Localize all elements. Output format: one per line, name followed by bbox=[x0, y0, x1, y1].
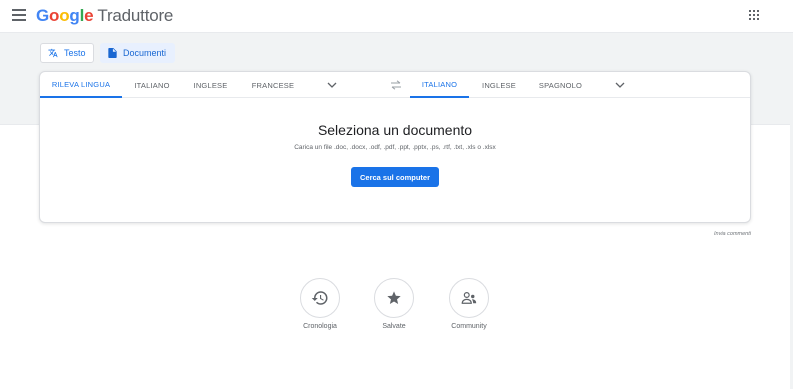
star-icon bbox=[387, 291, 401, 304]
source-more-languages-icon[interactable] bbox=[327, 81, 337, 89]
menu-icon-line bbox=[12, 19, 26, 21]
source-tab-inglese[interactable]: INGLESE bbox=[183, 72, 238, 98]
saved-action[interactable]: Salvate bbox=[362, 278, 426, 330]
documents-mode-button[interactable]: Documenti bbox=[100, 43, 175, 63]
community-action[interactable]: Community bbox=[437, 278, 501, 330]
language-bar: RILEVA LINGUA ITALIANO INGLESE FRANCESE … bbox=[40, 72, 750, 98]
browse-computer-button[interactable]: Cerca sul computer bbox=[351, 167, 439, 187]
wordmark-letter: o bbox=[49, 6, 60, 25]
wordmark-letter: o bbox=[59, 6, 70, 25]
target-more-languages-icon[interactable] bbox=[615, 81, 625, 89]
product-name: Traduttore bbox=[97, 6, 174, 25]
header: Google Traduttore bbox=[0, 0, 793, 33]
history-button[interactable] bbox=[300, 278, 340, 318]
community-button[interactable] bbox=[449, 278, 489, 318]
history-icon bbox=[311, 291, 328, 305]
document-translation-card: RILEVA LINGUA ITALIANO INGLESE FRANCESE … bbox=[39, 71, 751, 223]
select-document-title: Seleziona un documento bbox=[317, 122, 473, 138]
swap-languages-icon[interactable] bbox=[390, 80, 402, 90]
document-icon bbox=[108, 48, 117, 58]
source-tab-italiano[interactable]: ITALIANO bbox=[124, 72, 180, 98]
page: Google Traduttore Testo Documenti RILEVA … bbox=[0, 0, 793, 389]
text-mode-label: Testo bbox=[64, 48, 86, 58]
source-tab-francese[interactable]: FRANCESE bbox=[243, 72, 303, 98]
history-action[interactable]: Cronologia bbox=[288, 278, 352, 330]
google-wordmark: Google bbox=[36, 6, 94, 25]
target-tab-italiano[interactable]: ITALIANO bbox=[410, 72, 469, 98]
text-mode-button[interactable]: Testo bbox=[40, 43, 94, 63]
target-tab-inglese[interactable]: INGLESE bbox=[473, 72, 525, 98]
saved-button[interactable] bbox=[374, 278, 414, 318]
menu-icon-line bbox=[12, 9, 26, 11]
history-label: Cronologia bbox=[303, 323, 337, 330]
send-feedback-link[interactable]: Invia commenti bbox=[650, 231, 751, 237]
documents-mode-label: Documenti bbox=[123, 48, 167, 58]
wordmark-letter: e bbox=[84, 6, 94, 25]
wordmark-letter: G bbox=[36, 6, 50, 25]
community-label: Community bbox=[451, 323, 487, 330]
google-apps-button[interactable] bbox=[749, 10, 760, 21]
supported-formats-text: Carica un file .doc, .docx, .odf, .pdf, … bbox=[294, 144, 496, 151]
target-tab-spagnolo[interactable]: SPAGNOLO bbox=[532, 72, 589, 98]
source-tab-detect[interactable]: RILEVA LINGUA bbox=[40, 72, 122, 98]
menu-icon-line bbox=[12, 14, 26, 16]
community-icon bbox=[461, 292, 477, 304]
app-logo[interactable]: Google Traduttore bbox=[36, 6, 173, 26]
saved-label: Salvate bbox=[382, 323, 406, 330]
translate-icon bbox=[48, 48, 58, 58]
main-menu-button[interactable] bbox=[12, 9, 26, 23]
wordmark-letter: g bbox=[69, 6, 80, 25]
